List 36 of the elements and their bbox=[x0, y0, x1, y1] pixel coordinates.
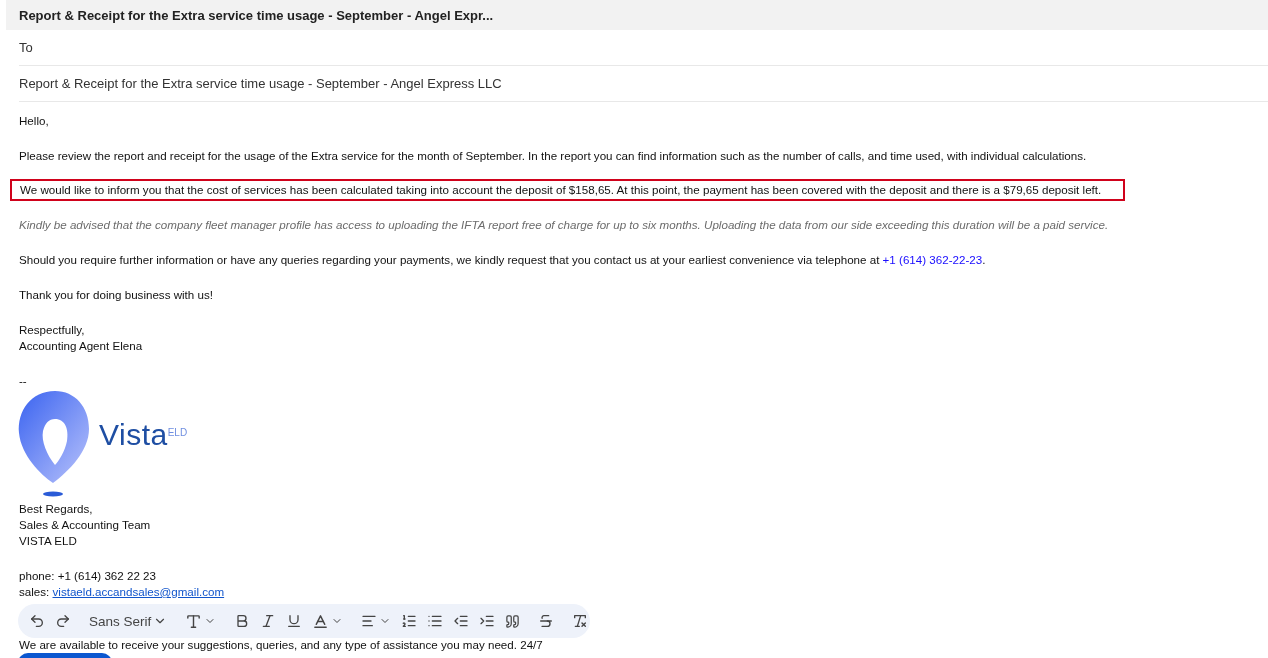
font-dropdown[interactable]: Sans Serif bbox=[86, 611, 171, 631]
signature-line: Best Regards, bbox=[19, 501, 94, 517]
paragraph: Hello, bbox=[19, 113, 49, 129]
redo-icon bbox=[55, 613, 71, 629]
closing-line: Accounting Agent Elena bbox=[19, 338, 144, 354]
availability-line: We are available to receive your suggestions, queries, and any type of assistance you may need. 24/7 bbox=[19, 638, 543, 651]
signature-line: VISTA ELD bbox=[19, 533, 78, 549]
text-size-icon bbox=[185, 612, 203, 630]
subject-text: Report & Receipt for the Extra service time usage - September - Angel Express LLC bbox=[19, 76, 502, 91]
to-label: To bbox=[19, 40, 33, 55]
indent-more-icon bbox=[479, 613, 496, 629]
paragraph: Should you require further information or have any queries regarding your payments, we kindly request that you contact us at your earliest convenience via telephone at +1 (614) 362-22-23. bbox=[19, 252, 986, 268]
bulleted-list-icon bbox=[427, 613, 444, 629]
align-left-icon bbox=[361, 613, 378, 629]
draft-title: Report & Receipt for the Extra service time usage - September - Angel Expr... bbox=[19, 7, 494, 23]
quote-icon bbox=[505, 613, 521, 629]
phone-line: phone: +1 (614) 362 22 23 bbox=[19, 568, 157, 584]
email-link[interactable]: vistaeld.accandsales@gmail.com bbox=[52, 585, 225, 598]
recipients-row[interactable]: To bbox=[19, 30, 1268, 66]
undo-icon bbox=[29, 613, 45, 629]
logo-superscript: ELD bbox=[167, 427, 188, 438]
closing-line: Respectfully, bbox=[19, 322, 86, 338]
signature-line: Sales & Accounting Team bbox=[19, 517, 152, 533]
signature-separator: -- bbox=[19, 373, 28, 389]
paragraph: Thank you for doing business with us! bbox=[19, 287, 213, 303]
paragraph: Please review the report and receipt for the usage of the Extra service for the month of September. In the report you can find information such as the number of calls, and time used, with individual calculations. bbox=[19, 148, 1087, 164]
highlighted-paragraph: We would like to inform you that the cost of services has been calculated taking into account the deposit of $158,65. At this point, the payment has been covered with the deposit and there is a $79,65 deposit left. bbox=[10, 179, 1125, 201]
strikethrough-icon bbox=[538, 613, 555, 629]
subject-row[interactable]: Report & Receipt for the Extra service time usage - September - Angel Express LLC bbox=[19, 66, 1268, 102]
numbered-list-icon bbox=[401, 613, 418, 629]
text-color-icon bbox=[312, 612, 330, 630]
remove-formatting-icon bbox=[572, 613, 589, 629]
sales-label: sales: bbox=[19, 585, 51, 598]
underline-icon bbox=[286, 613, 303, 629]
indent-less-icon bbox=[453, 613, 470, 629]
note-paragraph: Kindly be advised that the company fleet manager profile has access to uploading the IFTA report free of charge for up to six months. Uploading the data from our side exceeding this duration will be a paid service. bbox=[19, 217, 1109, 233]
